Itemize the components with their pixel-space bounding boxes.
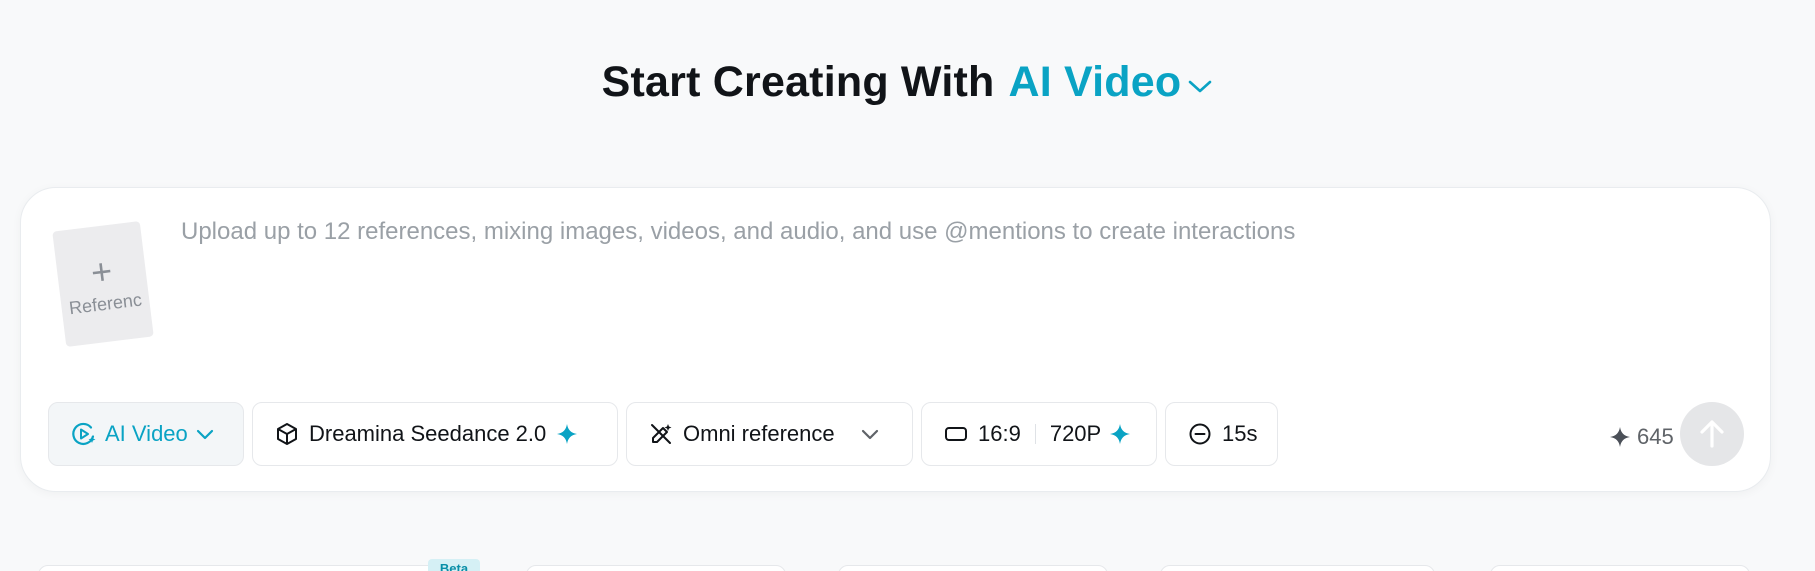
duration-label: 15s xyxy=(1222,421,1258,446)
reference-icon xyxy=(651,424,672,444)
composer-card: + Referenc AI Video xyxy=(20,187,1771,492)
mode-select-label: AI Video xyxy=(105,421,188,446)
timer-icon xyxy=(1189,423,1211,445)
sparkle-icon xyxy=(1110,424,1131,444)
divider xyxy=(1034,424,1036,444)
submit-button[interactable] xyxy=(1680,402,1744,466)
feature-card[interactable] xyxy=(838,565,1108,571)
resolution-label: 720P xyxy=(1049,421,1102,446)
play-circle-icon xyxy=(72,422,96,446)
cube-icon xyxy=(277,423,297,445)
reference-mode-label: Omni reference xyxy=(683,421,835,446)
sparkle-icon xyxy=(1610,427,1630,447)
feature-card[interactable] xyxy=(526,565,786,571)
model-select-button[interactable]: Dreamina Seedance 2.0 xyxy=(252,402,618,466)
feature-card[interactable] xyxy=(38,565,466,571)
heading-mode-selector[interactable]: AI Video xyxy=(1008,58,1213,107)
credits-display: 645 xyxy=(1609,424,1674,450)
aspect-ratio-label: 16:9 xyxy=(978,421,1021,446)
plus-icon: + xyxy=(88,249,115,293)
feature-card[interactable] xyxy=(1490,565,1750,571)
chevron-down-icon xyxy=(196,429,213,440)
aspect-ratio-icon xyxy=(945,427,967,441)
mode-select-button[interactable]: AI Video xyxy=(48,402,244,466)
prompt-input[interactable] xyxy=(181,218,1721,328)
feature-card[interactable] xyxy=(1160,565,1435,571)
aspect-resolution-button[interactable]: 16:9 720P xyxy=(921,402,1157,466)
heading-prefix: Start Creating With xyxy=(601,58,995,106)
heading-mode-label: AI Video xyxy=(1008,58,1182,106)
reference-upload-tile[interactable]: + Referenc xyxy=(52,221,154,347)
reference-tile-label: Referenc xyxy=(67,288,143,318)
model-select-label: Dreamina Seedance 2.0 xyxy=(309,421,547,446)
page: Start Creating With AI Video + Referenc … xyxy=(0,0,1815,571)
duration-button[interactable]: 15s xyxy=(1165,402,1278,466)
sparkle-icon xyxy=(557,424,578,444)
arrow-up-icon xyxy=(1700,420,1724,448)
credits-value: 645 xyxy=(1637,424,1674,449)
chevron-down-icon xyxy=(861,429,878,440)
reference-mode-button[interactable]: Omni reference xyxy=(626,402,913,466)
page-heading: Start Creating With AI Video xyxy=(0,58,1815,107)
composer-toolbar: AI Video Dreamina Seedance 2.0 Omni refe… xyxy=(48,402,1278,466)
chevron-down-icon xyxy=(1189,80,1212,92)
beta-badge: Beta xyxy=(428,559,480,571)
